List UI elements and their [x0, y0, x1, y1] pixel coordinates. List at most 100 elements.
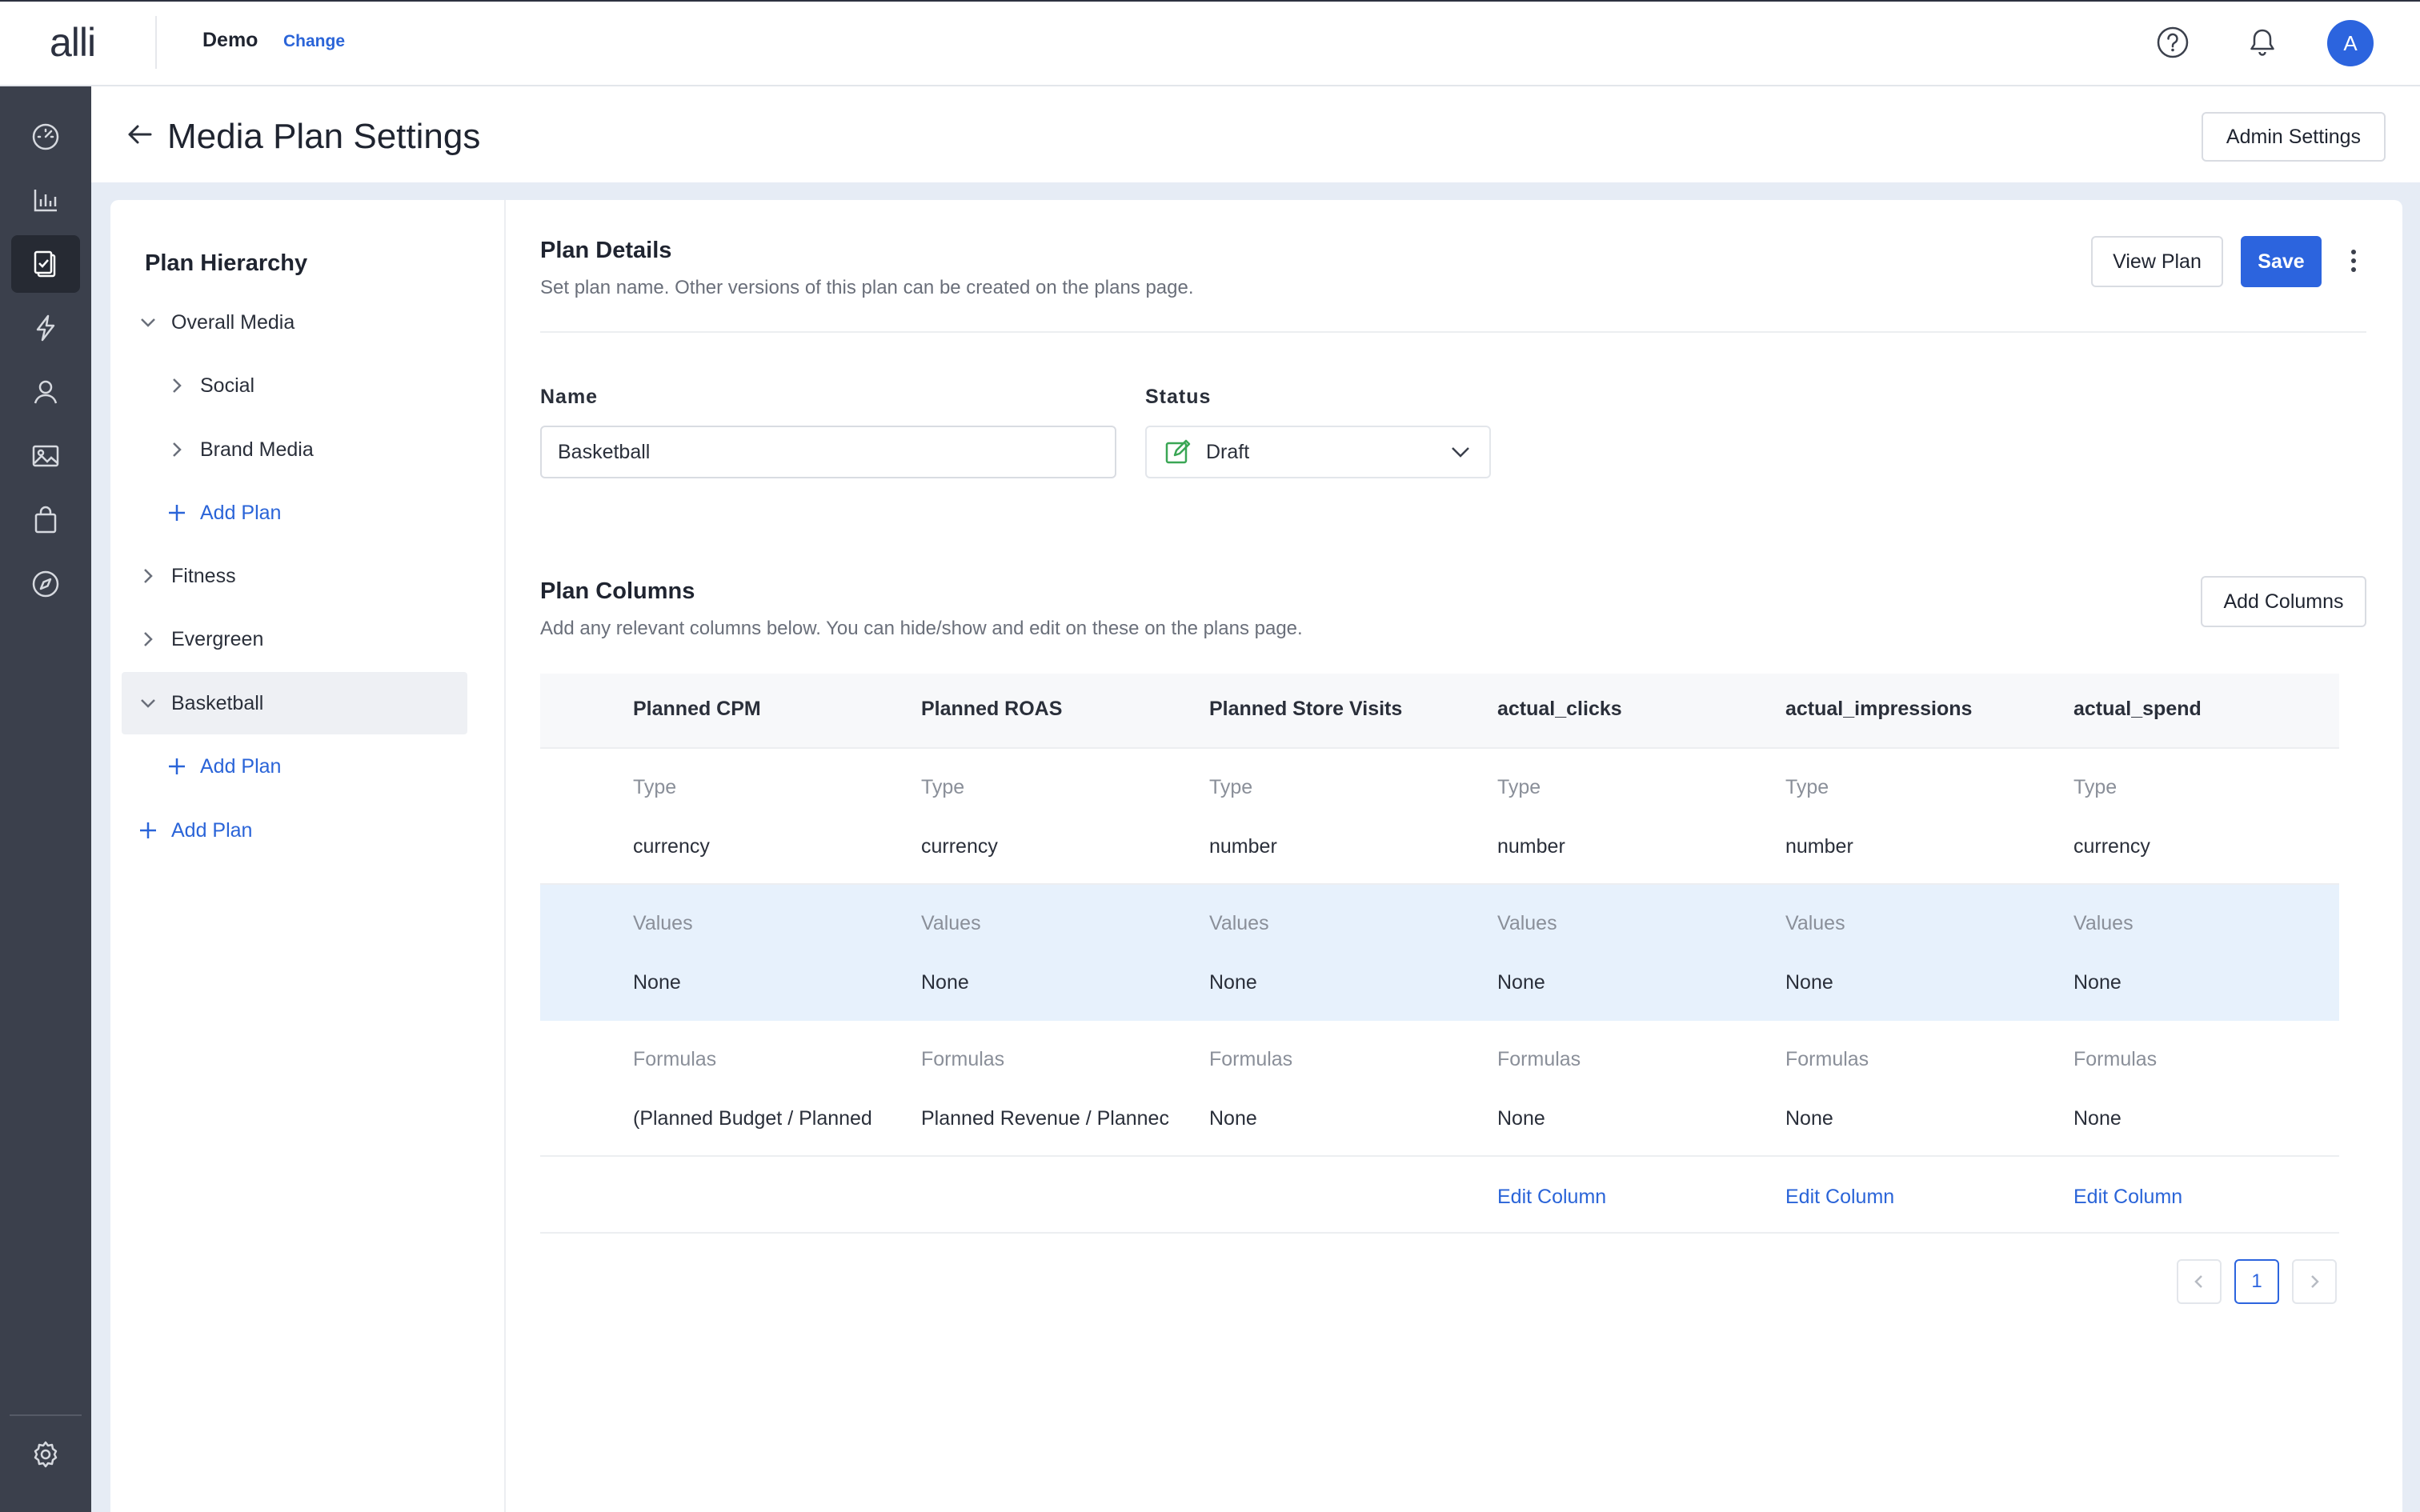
plan-details-description: Set plan name. Other versions of this pl… — [540, 277, 1194, 298]
status-select[interactable]: Draft — [1145, 426, 1491, 478]
values-value: None — [2073, 971, 2122, 994]
compass-icon[interactable] — [11, 555, 80, 613]
add-plan-label: Add Plan — [171, 818, 253, 842]
chevron-left-icon — [2194, 1275, 2202, 1288]
chevron-down-icon[interactable] — [136, 310, 160, 334]
tree-item-evergreen[interactable]: Evergreen — [136, 608, 467, 670]
tree-item-brand-media[interactable]: Brand Media — [165, 418, 467, 481]
topbar-divider — [155, 16, 157, 69]
lightning-icon[interactable] — [11, 299, 80, 357]
table-row-values: Values Values Values Values Values Value… — [540, 885, 2339, 1021]
type-value: currency — [633, 835, 710, 858]
formula-value: None — [1209, 1107, 1257, 1130]
type-value: currency — [2073, 835, 2150, 858]
plan-columns-description: Add any relevant columns below. You can … — [540, 618, 1303, 639]
chevron-down-icon — [1449, 441, 1472, 463]
chevron-right-icon[interactable] — [165, 438, 189, 462]
values-label: Values — [633, 912, 693, 934]
change-account-link[interactable]: Change — [283, 32, 345, 51]
formula-value: None — [1785, 1107, 1833, 1130]
type-value: number — [1785, 835, 1853, 858]
values-value: None — [1497, 971, 1545, 994]
image-icon[interactable] — [11, 427, 80, 485]
chevron-right-icon[interactable] — [136, 627, 160, 651]
column-header: actual_impressions — [1785, 698, 1973, 720]
table-row-actions: Edit Column Edit Column Edit Column — [540, 1157, 2339, 1234]
type-value: currency — [921, 835, 998, 858]
column-header: Planned CPM — [633, 698, 761, 720]
details-divider — [540, 331, 2366, 333]
type-label: Type — [921, 776, 965, 798]
type-value: number — [1209, 835, 1277, 858]
formula-value: (Planned Budget / Planned — [633, 1107, 872, 1130]
gear-icon[interactable] — [11, 1426, 80, 1483]
formulas-label: Formulas — [1497, 1048, 1581, 1070]
type-label: Type — [633, 776, 677, 798]
plan-hierarchy-title: Plan Hierarchy — [145, 250, 308, 276]
page-title: Media Plan Settings — [167, 117, 481, 156]
tree-item-social[interactable]: Social — [165, 354, 467, 417]
admin-settings-button[interactable]: Admin Settings — [2202, 112, 2386, 162]
notifications-bell-icon[interactable] — [2244, 24, 2281, 61]
pagination-prev-button[interactable] — [2177, 1259, 2222, 1304]
column-header: Planned Store Visits — [1209, 698, 1403, 720]
type-value: number — [1497, 835, 1565, 858]
edit-column-link[interactable]: Edit Column — [1497, 1186, 1769, 1209]
formulas-label: Formulas — [1209, 1048, 1293, 1070]
column-header: actual_clicks — [1497, 698, 1622, 720]
app-logo[interactable]: alli — [50, 19, 96, 66]
tree-item-label: Basketball — [171, 691, 264, 714]
save-button[interactable]: Save — [2241, 236, 2322, 287]
view-plan-button[interactable]: View Plan — [2091, 236, 2223, 287]
left-nav — [0, 86, 91, 1512]
edit-draft-icon — [1164, 438, 1192, 466]
tree-item-label: Evergreen — [171, 627, 264, 650]
type-label: Type — [1785, 776, 1829, 798]
table-header-row: Planned CPM Planned ROAS Planned Store V… — [540, 674, 2339, 749]
chevron-down-icon[interactable] — [136, 691, 160, 715]
pagination-next-button[interactable] — [2292, 1259, 2337, 1304]
back-arrow-icon[interactable] — [125, 120, 154, 149]
plus-icon — [165, 754, 189, 778]
plus-icon — [165, 501, 189, 525]
tree-item-overall-media[interactable]: Overall Media — [136, 291, 467, 354]
formulas-label: Formulas — [633, 1048, 717, 1070]
tree-item-label: Fitness — [171, 564, 236, 587]
add-columns-button[interactable]: Add Columns — [2201, 576, 2366, 627]
edit-column-link[interactable]: Edit Column — [1785, 1186, 2057, 1209]
status-field-label: Status — [1145, 386, 1212, 408]
type-label: Type — [1209, 776, 1253, 798]
tree-item-fitness[interactable]: Fitness — [136, 545, 467, 607]
shopping-bag-icon[interactable] — [11, 491, 80, 549]
account-name: Demo — [202, 29, 258, 51]
top-bar — [0, 0, 2420, 86]
values-label: Values — [1785, 912, 1845, 934]
add-plan-link-basketball[interactable]: Add Plan — [165, 735, 467, 798]
plan-name-input[interactable] — [540, 426, 1116, 478]
pagination-page-button[interactable]: 1 — [2234, 1259, 2279, 1304]
formula-value: Planned Revenue / Plannec — [921, 1107, 1169, 1130]
chevron-right-icon[interactable] — [165, 374, 189, 398]
chart-bar-icon[interactable] — [11, 171, 80, 229]
formulas-label: Formulas — [1785, 1048, 1869, 1070]
tree-item-basketball[interactable]: Basketball — [122, 672, 467, 734]
values-label: Values — [1209, 912, 1269, 934]
plan-details-title: Plan Details — [540, 238, 672, 263]
table-row-type: Type Type Type Type Type Type currency c… — [540, 749, 2339, 885]
table-row-formulas: Formulas Formulas Formulas Formulas Form… — [540, 1021, 2339, 1157]
add-plan-link-overall-media[interactable]: Add Plan — [165, 482, 467, 544]
values-label: Values — [1497, 912, 1557, 934]
edit-column-link[interactable]: Edit Column — [2073, 1186, 2346, 1209]
dashboard-icon[interactable] — [11, 107, 80, 165]
add-plan-label: Add Plan — [200, 501, 282, 524]
nav-divider — [10, 1414, 82, 1416]
chevron-right-icon[interactable] — [136, 564, 160, 588]
clipboard-check-icon[interactable] — [11, 235, 80, 293]
help-icon[interactable] — [2154, 24, 2191, 61]
column-header: actual_spend — [2073, 698, 2202, 720]
add-plan-link-root[interactable]: Add Plan — [136, 799, 467, 862]
tree-item-label: Brand Media — [200, 438, 314, 461]
audience-icon[interactable] — [11, 363, 80, 421]
user-avatar[interactable]: A — [2327, 20, 2374, 66]
more-options-icon[interactable] — [2342, 243, 2366, 278]
